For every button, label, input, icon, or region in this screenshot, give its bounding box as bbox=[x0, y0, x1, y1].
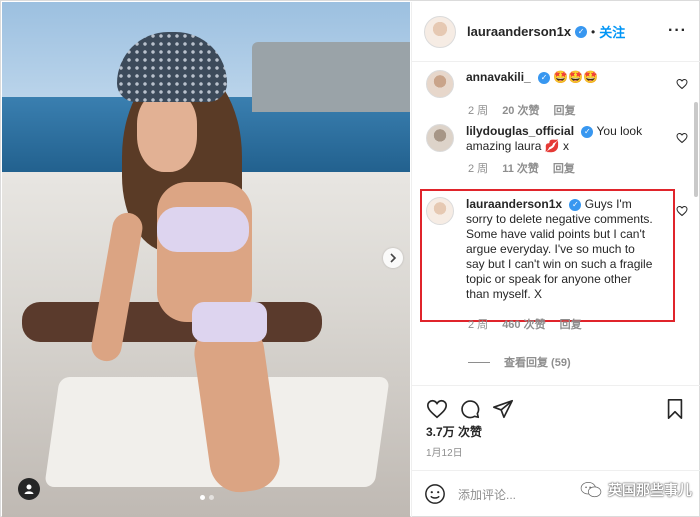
watermark-text: 英国那些事儿 bbox=[608, 482, 692, 498]
heart-icon[interactable] bbox=[676, 205, 688, 217]
likes-count[interactable]: 3.7万 次赞 bbox=[426, 423, 482, 440]
bookmark-icon[interactable] bbox=[664, 398, 686, 420]
watermark: 英国那些事儿 bbox=[580, 480, 692, 500]
view-replies-button[interactable]: 查看回复 (59) bbox=[468, 354, 571, 370]
commenter-username[interactable]: lilydouglas_official bbox=[466, 124, 574, 138]
author-avatar[interactable] bbox=[424, 15, 456, 48]
commenter-username[interactable]: annavakili_ bbox=[466, 70, 531, 84]
comment-item: lauraanderson1x ✓ Guys I'm sorry to dele… bbox=[426, 197, 688, 332]
heart-icon[interactable] bbox=[426, 398, 448, 420]
chevron-right-icon bbox=[390, 253, 397, 263]
verified-icon: ✓ bbox=[538, 71, 551, 84]
comment-likes[interactable]: 460 次赞 bbox=[502, 316, 545, 332]
commenter-avatar[interactable] bbox=[426, 124, 454, 152]
wechat-icon bbox=[580, 481, 602, 498]
comment-likes[interactable]: 11 次赞 bbox=[502, 160, 539, 176]
carousel-dot-active bbox=[200, 495, 205, 500]
author-username[interactable]: lauraanderson1x bbox=[467, 24, 571, 39]
photo-leg bbox=[190, 317, 284, 497]
comment-text: 🤩🤩🤩 bbox=[553, 70, 599, 84]
post-frame: lauraanderson1x ✓ • 关注 ··· annavakili_ ✓… bbox=[0, 0, 700, 517]
tagged-user-button[interactable] bbox=[18, 478, 40, 500]
comment-item: annavakili_ ✓ 🤩🤩🤩 2 周 20 次赞 回复 bbox=[426, 70, 688, 118]
carousel-dot bbox=[209, 495, 214, 500]
post-header: lauraanderson1x ✓ • 关注 ··· bbox=[412, 2, 700, 62]
commenter-avatar[interactable] bbox=[426, 197, 454, 225]
comments-list[interactable]: annavakili_ ✓ 🤩🤩🤩 2 周 20 次赞 回复 lilydougl… bbox=[412, 62, 700, 382]
carousel-indicator bbox=[200, 495, 214, 500]
verified-icon: ✓ bbox=[581, 125, 594, 138]
photo-swim-top bbox=[157, 207, 249, 252]
post-photo[interactable] bbox=[2, 2, 410, 517]
photo-swim-bottom bbox=[192, 302, 267, 342]
heart-icon[interactable] bbox=[676, 132, 688, 144]
photo-person bbox=[89, 22, 312, 497]
comment-time: 2 周 bbox=[468, 319, 489, 331]
reply-button[interactable]: 回复 bbox=[553, 160, 575, 176]
comment-text: Guys I'm sorry to delete negative commen… bbox=[466, 197, 653, 301]
reply-button[interactable]: 回复 bbox=[560, 316, 582, 332]
post-sidebar: lauraanderson1x ✓ • 关注 ··· annavakili_ ✓… bbox=[411, 2, 700, 517]
comment-icon[interactable] bbox=[459, 398, 481, 420]
next-slide-button[interactable] bbox=[383, 248, 403, 268]
emoji-icon[interactable] bbox=[424, 483, 446, 505]
more-options-button[interactable]: ··· bbox=[668, 22, 687, 40]
commenter-username[interactable]: lauraanderson1x bbox=[466, 197, 562, 211]
follow-button[interactable]: 关注 bbox=[599, 22, 625, 41]
replies-divider bbox=[468, 361, 490, 363]
post-actions bbox=[412, 385, 700, 425]
view-replies-label: 查看回复 (59) bbox=[504, 357, 571, 369]
comment-item: lilydouglas_official ✓ You look amazing … bbox=[426, 124, 688, 176]
comment-time: 2 周 bbox=[468, 105, 489, 117]
comment-likes[interactable]: 20 次赞 bbox=[502, 102, 539, 118]
photo-bandana bbox=[117, 32, 227, 102]
heart-icon[interactable] bbox=[676, 78, 688, 90]
photo-face bbox=[137, 92, 197, 172]
photo-arm bbox=[89, 210, 145, 364]
comment-time: 2 周 bbox=[468, 163, 489, 175]
verified-icon: ✓ bbox=[575, 25, 588, 38]
header-separator: • bbox=[591, 24, 596, 39]
add-comment-input[interactable]: 添加评论... bbox=[458, 486, 516, 503]
share-icon[interactable] bbox=[492, 398, 514, 420]
user-icon bbox=[24, 484, 34, 494]
comments-scrollbar[interactable] bbox=[694, 102, 698, 197]
commenter-avatar[interactable] bbox=[426, 70, 454, 98]
photo-torso bbox=[157, 182, 252, 322]
reply-button[interactable]: 回复 bbox=[553, 102, 575, 118]
verified-icon: ✓ bbox=[569, 198, 582, 211]
post-date: 1月12日 bbox=[426, 448, 463, 459]
